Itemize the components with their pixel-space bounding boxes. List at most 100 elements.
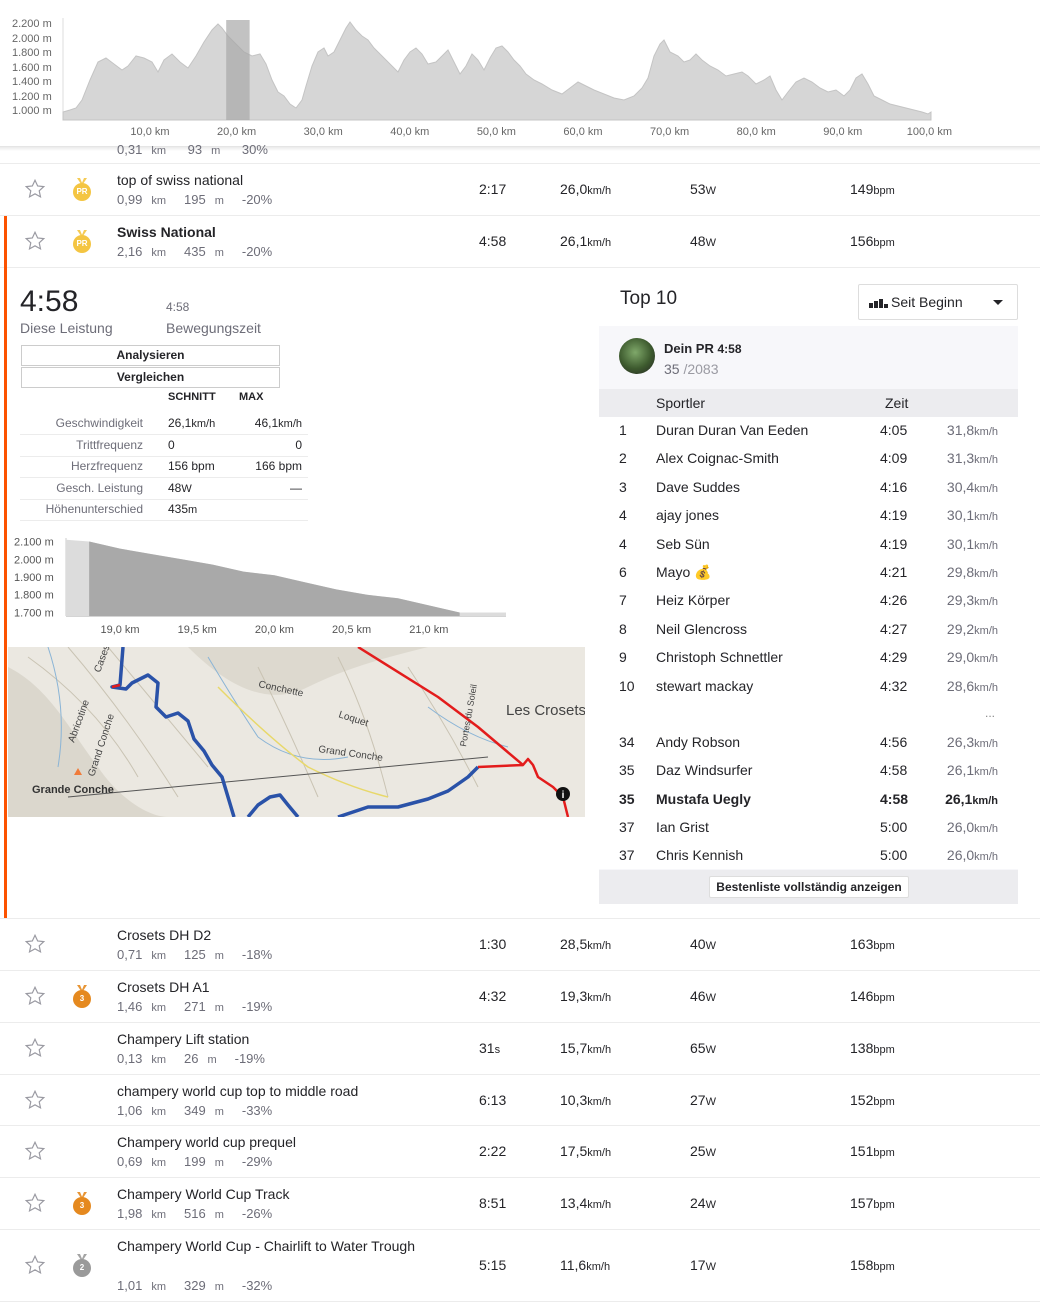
- hr-unit: bpm: [873, 940, 895, 952]
- lb-athlete-name[interactable]: Heiz Körper: [656, 592, 730, 608]
- segment-row[interactable]: 3 Champery World Cup Track 1,98 km 516 m -26% 8…: [0, 1178, 1040, 1230]
- segment-grade: 30%: [241, 142, 268, 157]
- lb-speed-unit: km/h: [974, 454, 998, 467]
- speed-value: 26,0: [560, 181, 588, 197]
- lb-athlete-name[interactable]: Ian Grist: [656, 819, 709, 835]
- leaderboard-row[interactable]: 4 ajay jones 4:19 30,1km/h: [599, 507, 1018, 535]
- lb-athlete-name[interactable]: stewart mackay: [656, 678, 753, 694]
- lb-rank: 3: [619, 478, 627, 495]
- star-icon[interactable]: [24, 230, 46, 257]
- lb-time: 4:32: [880, 677, 908, 694]
- segment-row[interactable]: 3 Crosets DH A1 1,46 km 271 m -19% 4:32 19,3km/h…: [0, 971, 1040, 1023]
- analyze-button[interactable]: Analysieren: [21, 345, 280, 366]
- lb-speed-unit: km/h: [974, 851, 998, 864]
- segment-grade: -32%: [241, 1278, 273, 1293]
- segment-map[interactable]: i Grande Conche Abricotine Grand Conche …: [8, 647, 585, 817]
- leaderboard-row[interactable]: 1 Duran Duran Van Eeden 4:05 31,8km/h: [599, 422, 1018, 450]
- leaderboard-filter-select[interactable]: Seit Beginn: [858, 284, 1018, 320]
- star-icon[interactable]: [24, 1089, 46, 1116]
- star-icon[interactable]: [24, 178, 46, 205]
- leaderboard-row[interactable]: 35 Mustafa Uegly 4:58 26,1km/h: [599, 791, 1018, 819]
- segment-name[interactable]: Swiss National: [117, 222, 417, 242]
- segment-name[interactable]: top of swiss national: [117, 170, 417, 190]
- segment-row[interactable]: Crosets DH D2 0,71 km 125 m -18% 1:30 28,5km/h 4…: [0, 919, 1040, 971]
- segment-speed: 19,3km/h: [560, 988, 611, 1004]
- segment-row[interactable]: 2 Champery World Cup - Chairlift to Water…: [0, 1230, 1040, 1302]
- lb-athlete-name[interactable]: ajay jones: [656, 507, 719, 523]
- leaderboard-row[interactable]: 37 Ian Grist 5:00 26,0km/h: [599, 819, 1018, 847]
- segment-row[interactable]: PR Swiss National 2,16 km 435 m -20% 4:58 26,1km…: [0, 216, 1040, 268]
- lb-athlete-name[interactable]: Alex Coignac-Smith: [656, 450, 779, 466]
- lb-speed-unit: km/h: [974, 426, 998, 438]
- star-icon[interactable]: [24, 1254, 46, 1281]
- compare-button[interactable]: Vergleichen: [21, 367, 280, 388]
- mini-y-tick: 2.000 m: [14, 554, 54, 566]
- leaderboard-row[interactable]: 34 Andy Robson 4:56 26,3km/h: [599, 734, 1018, 762]
- elevation-unit: m: [207, 1054, 217, 1066]
- segment-row[interactable]: PR top of swiss national 0,99 km 195 m -20% 2:1…: [0, 164, 1040, 216]
- segment-row[interactable]: Champery world cup prequel 0,69 km 199 m -29%…: [0, 1126, 1040, 1178]
- lb-athlete-name[interactable]: Daz Windsurfer: [656, 762, 752, 778]
- speed-unit: km/h: [587, 1199, 612, 1211]
- avatar[interactable]: [619, 338, 655, 374]
- elevation-profile-chart[interactable]: 2.200 m 2.000 m 1.800 m 1.600 m 1.400 m 1.200…: [0, 0, 1040, 148]
- segment-stats: 0,99 km 195 m -20%: [117, 192, 281, 207]
- lb-speed: 29,0km/h: [947, 649, 998, 665]
- stat-max-value: 46,1: [254, 416, 279, 430]
- segment-name[interactable]: Champery Lift station: [117, 1029, 417, 1049]
- elevation-segment-highlight: [226, 20, 250, 120]
- lb-athlete-name[interactable]: Andy Robson: [656, 734, 740, 750]
- lb-speed: 31,3km/h: [947, 450, 998, 466]
- lb-athlete-name[interactable]: Neil Glencross: [656, 621, 747, 637]
- stat-max-value: —: [290, 480, 302, 495]
- leaderboard-row[interactable]: 35 Daz Windsurfer 4:58 26,1km/h: [599, 762, 1018, 790]
- leaderboard-row[interactable]: 3 Dave Suddes 4:16 30,4km/h: [599, 479, 1018, 507]
- lb-athlete-name[interactable]: Christoph Schnettler: [656, 649, 783, 665]
- segment-name[interactable]: Crosets DH D2: [117, 925, 417, 945]
- segment-name[interactable]: Champery World Cup - Chairlift to Water …: [117, 1236, 417, 1256]
- medal-icon: 3: [73, 1197, 91, 1215]
- lb-time: 4:29: [880, 649, 908, 666]
- lb-athlete-name[interactable]: Chris Kennish: [656, 847, 743, 863]
- view-full-leaderboard-button[interactable]: Bestenliste vollständig anzeigen: [709, 876, 909, 898]
- lb-athlete-name[interactable]: Seb Sün: [656, 536, 710, 552]
- segment-elevation-chart[interactable]: 2.100 m 2.000 m 1.900 m 1.800 m 1.700 m 19,0 …: [10, 530, 510, 640]
- segment-time: 6:13: [479, 1092, 506, 1108]
- lb-speed-value: 26,1: [946, 762, 975, 779]
- segment-row[interactable]: Champery Lift station 0,13 km 26 m -19% 31s 15,…: [0, 1023, 1040, 1075]
- segment-row-partial[interactable]: 0,31 km 93 m 30%: [0, 140, 1040, 164]
- star-icon[interactable]: [24, 933, 46, 960]
- segment-name[interactable]: Crosets DH A1: [117, 977, 417, 997]
- leaderboard-row[interactable]: 10 stewart mackay 4:32 28,6km/h: [599, 678, 1018, 706]
- segment-power: 53W: [690, 181, 716, 197]
- segment-elevation: 349: [183, 1102, 206, 1118]
- leaderboard-row[interactable]: 9 Christoph Schnettler 4:29 29,0km/h: [599, 649, 1018, 677]
- segment-heart-rate: 151bpm: [850, 1143, 895, 1159]
- leaderboard-row[interactable]: 4 Seb Sün 4:19 30,1km/h: [599, 536, 1018, 564]
- time-value: 31: [479, 1040, 495, 1056]
- segment-name[interactable]: champery world cup top to middle road: [117, 1081, 417, 1101]
- leaderboard-row[interactable]: 8 Neil Glencross 4:27 29,2km/h: [599, 621, 1018, 649]
- lb-athlete-name[interactable]: Mustafa Uegly: [656, 791, 751, 807]
- star-icon[interactable]: [24, 1140, 46, 1167]
- power-value: 25: [690, 1143, 706, 1159]
- segment-name[interactable]: Champery world cup prequel: [117, 1132, 417, 1152]
- lb-rank: 4: [619, 507, 627, 524]
- lb-rank: 35: [619, 790, 635, 807]
- x-tick-label: 80,0 km: [736, 126, 776, 138]
- hr-unit: bpm: [873, 1261, 895, 1273]
- star-icon[interactable]: [24, 1037, 46, 1064]
- leaderboard-row[interactable]: 6 Mayo 💰 4:21 29,8km/h: [599, 564, 1018, 592]
- leaderboard-row[interactable]: 7 Heiz Körper 4:26 29,3km/h: [599, 592, 1018, 620]
- segment-name[interactable]: Champery World Cup Track: [117, 1184, 417, 1204]
- lb-athlete-name[interactable]: Mayo 💰: [656, 564, 712, 581]
- lb-athlete-name[interactable]: Duran Duran Van Eeden: [656, 422, 808, 438]
- star-icon[interactable]: [24, 985, 46, 1012]
- distance-unit: km: [151, 1002, 166, 1014]
- star-icon[interactable]: [24, 1192, 46, 1219]
- segment-row[interactable]: champery world cup top to middle road 1,0…: [0, 1075, 1040, 1126]
- leaderboard-row[interactable]: 2 Alex Coignac-Smith 4:09 31,3km/h: [599, 450, 1018, 478]
- stat-max: 46,1km/h: [255, 416, 302, 430]
- lb-athlete-name[interactable]: Dave Suddes: [656, 479, 740, 495]
- segment-elevation: 329: [183, 1278, 206, 1293]
